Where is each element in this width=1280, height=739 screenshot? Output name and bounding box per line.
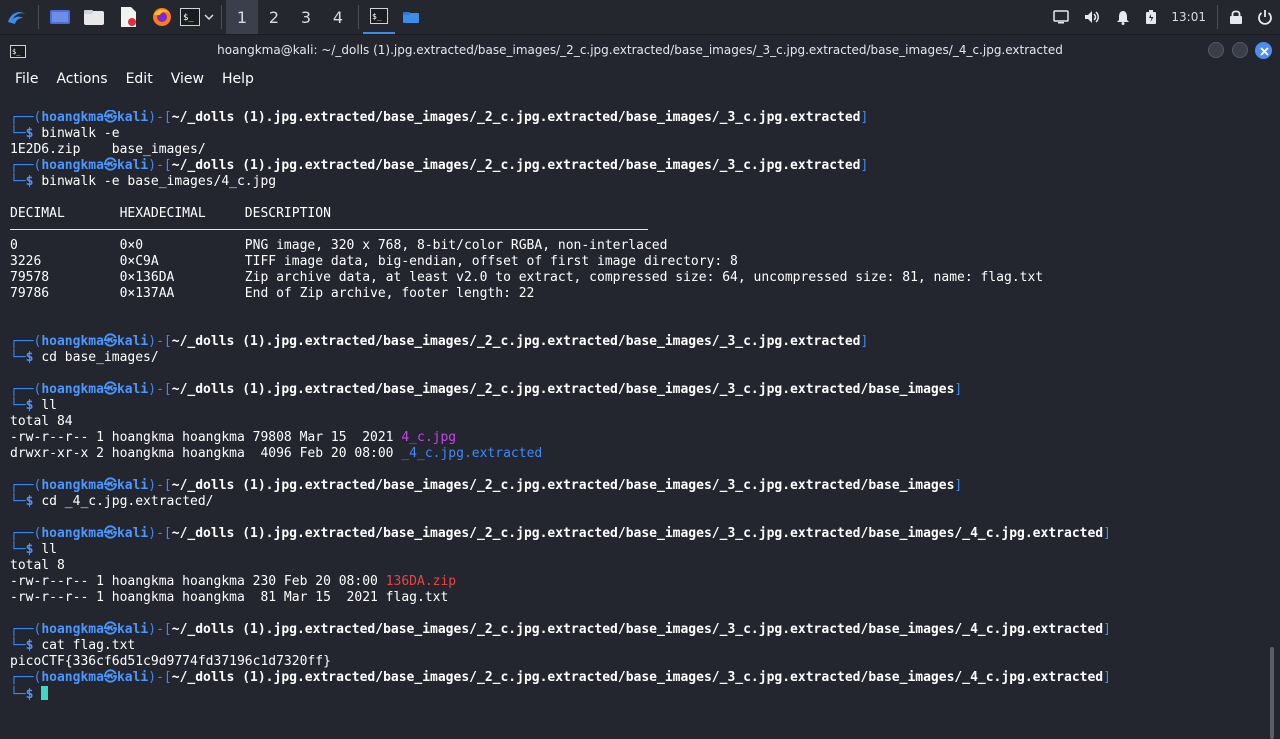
taskbar-separator [38,5,39,29]
binwalk-row: 79578 0×136DA Zip archive data, at least… [10,270,1044,285]
ls-row: drwxr-xr-x 2 hoangkma hoangkma 4096 Feb … [10,446,543,461]
ls-row: -rw-r--r-- 1 hoangkma hoangkma 230 Feb 2… [10,574,457,589]
task-file-manager[interactable] [395,0,427,34]
lock-icon[interactable] [1222,0,1250,34]
command-line: └─$ binwalk -e [10,126,120,141]
volume-icon[interactable] [1076,0,1108,34]
notification-bell-icon[interactable] [1108,0,1138,34]
system-tray: 13:01 [1046,0,1280,34]
terminal-icon: $_ [370,8,388,24]
prompt-line: ┌──(hoangkma㉿kali)-[~/_dolls (1).jpg.ext… [10,382,963,397]
minimize-button[interactable] [1208,42,1224,58]
menu-view[interactable]: View [162,65,213,93]
menubar: File Actions Edit View Help [0,65,1280,93]
prompt-line: ┌──(hoangkma㉿kali)-[~/_dolls (1).jpg.ext… [10,622,1111,637]
menu-file[interactable]: File [6,65,47,93]
terminal-output[interactable]: ┌──(hoangkma㉿kali)-[~/_dolls (1).jpg.ext… [0,110,1266,720]
text-editor-icon[interactable] [111,0,145,34]
file-manager-icon[interactable] [77,0,111,34]
kali-menu-icon[interactable] [0,0,34,34]
clock[interactable]: 13:01 [1164,0,1213,34]
prompt-line: ┌──(hoangkma㉿kali)-[~/_dolls (1).jpg.ext… [10,670,1111,685]
text-cursor [41,686,49,700]
binwalk-row: 3226 0×C9A TIFF image data, big-endian, … [10,254,738,269]
output-line: total 8 [10,558,65,573]
prompt-line: ┌──(hoangkma㉿kali)-[~/_dolls (1).jpg.ext… [10,110,869,125]
binwalk-row: 0 0×0 PNG image, 320 x 768, 8-bit/color … [10,238,668,253]
menu-actions[interactable]: Actions [47,65,116,93]
maximize-button[interactable] [1232,42,1248,58]
window-titlebar[interactable]: $_ hoangkma@kali: ~/_dolls (1).jpg.extra… [0,35,1280,65]
terminal-launcher-icon[interactable]: $_ [179,0,201,34]
command-line: └─$ cat flag.txt [10,638,136,653]
svg-text:$_: $_ [372,12,382,21]
svg-text:$_: $_ [183,13,194,23]
prompt-line: ┌──(hoangkma㉿kali)-[~/_dolls (1).jpg.ext… [10,526,1111,541]
prompt-line: ┌──(hoangkma㉿kali)-[~/_dolls (1).jpg.ext… [10,478,963,493]
firefox-icon[interactable] [145,0,179,34]
power-icon[interactable] [1250,0,1280,34]
close-button[interactable] [1255,42,1272,59]
workspace-2[interactable]: 2 [258,0,290,34]
chevron-down-icon[interactable] [201,0,217,34]
binwalk-rule [10,222,1266,238]
ls-row: -rw-r--r-- 1 hoangkma hoangkma 81 Mar 15… [10,590,449,605]
prompt-line: ┌──(hoangkma㉿kali)-[~/_dolls (1).jpg.ext… [10,334,869,349]
taskbar-separator [1217,5,1218,29]
folder-icon [403,12,419,23]
window-title: hoangkma@kali: ~/_dolls (1).jpg.extracte… [217,43,1063,57]
binwalk-header: DECIMAL HEXADECIMAL DESCRIPTION [10,206,331,221]
taskbar-separator [221,5,222,29]
taskbar-separator [358,5,359,29]
binwalk-row: 79786 0×137AA End of Zip archive, footer… [10,286,535,301]
workspace-1[interactable]: 1 [226,0,258,34]
command-line: └─$ binwalk -e base_images/4_c.jpg [10,174,277,189]
show-desktop-icon[interactable] [43,0,77,34]
command-line: └─$ cd _4_c.jpg.extracted/ [10,494,214,509]
output-line: 1E2D6.zip base_images/ [10,142,206,157]
task-terminal[interactable]: $_ [363,0,395,34]
active-command-line[interactable]: └─$ [10,686,1266,702]
workspace-3[interactable]: 3 [290,0,322,34]
screen-icon[interactable] [1046,0,1076,34]
menu-help[interactable]: Help [213,65,263,93]
prompt-line: ┌──(hoangkma㉿kali)-[~/_dolls (1).jpg.ext… [10,158,869,173]
command-line: └─$ cd base_images/ [10,350,159,365]
battery-icon[interactable] [1138,0,1164,34]
flag-output: picoCTF{336cf6d51c9d9774fd37196c1d7320ff… [10,654,331,669]
command-line: └─$ ll [10,542,57,557]
workspace-4[interactable]: 4 [322,0,354,34]
taskbar: $_ 1 2 3 4 $_ 13:01 [0,0,1280,35]
menu-edit[interactable]: Edit [117,65,162,93]
output-line: total 84 [10,414,73,429]
terminal-scrollbar[interactable] [1270,647,1274,739]
clock-time: 13:01 [1171,10,1206,24]
close-icon [1260,47,1269,56]
command-line: └─$ ll [10,398,57,413]
terminal-window: $_ hoangkma@kali: ~/_dolls (1).jpg.extra… [0,35,1280,739]
ls-row: -rw-r--r-- 1 hoangkma hoangkma 79808 Mar… [10,430,457,445]
